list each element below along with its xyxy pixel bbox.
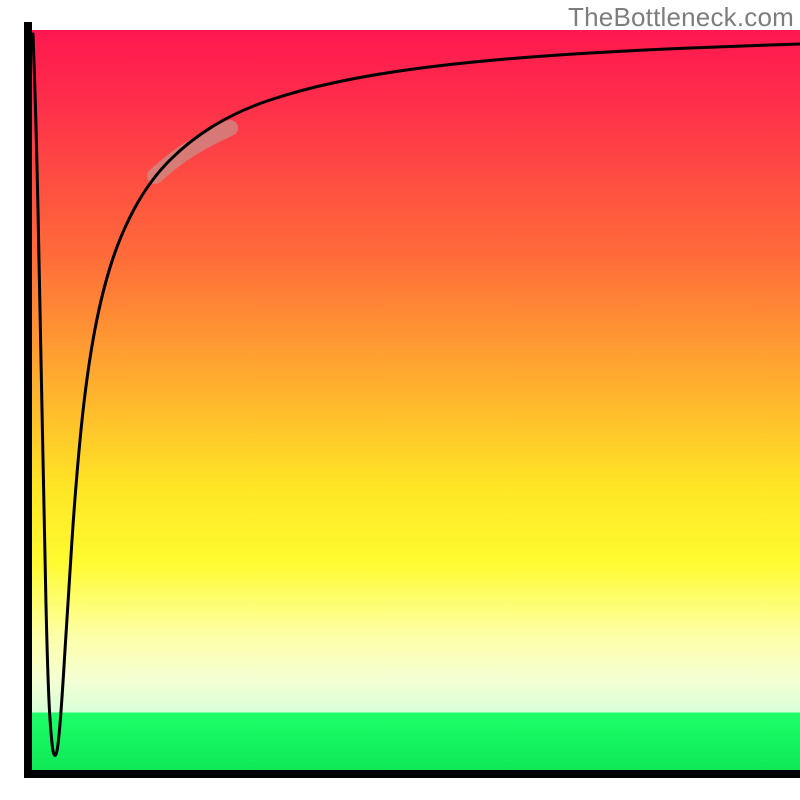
plot-area — [32, 30, 800, 770]
watermark-text: TheBottleneck.com — [568, 2, 794, 33]
y-axis — [24, 22, 32, 778]
chart-stage: TheBottleneck.com — [0, 0, 800, 800]
x-axis — [24, 770, 800, 778]
